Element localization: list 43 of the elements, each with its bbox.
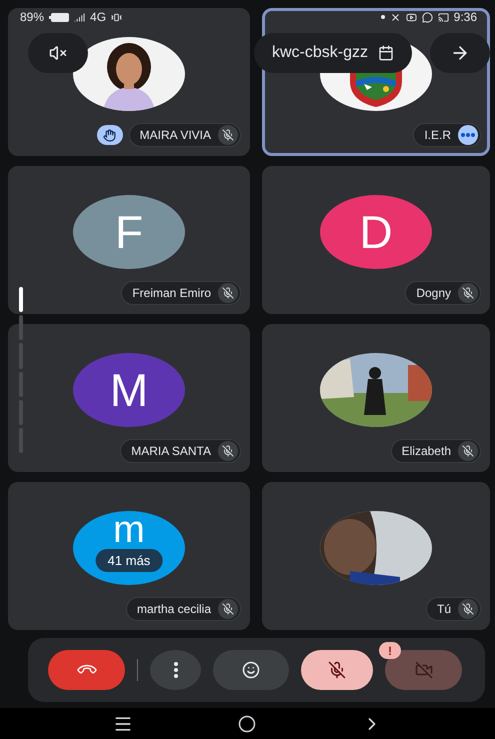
- avatar-initial: m: [113, 511, 145, 549]
- participant-tile[interactable]: Elizabeth: [262, 324, 490, 472]
- name-tag: I.E.R: [413, 123, 481, 147]
- dot-icon: [380, 15, 385, 19]
- name-tag: martha cecilia: [126, 597, 241, 621]
- name-tag: Tú: [426, 597, 481, 621]
- x-icon: [390, 12, 401, 22]
- alert-badge: !: [379, 642, 401, 659]
- camera-button[interactable]: [385, 650, 462, 690]
- name-tag: Elizabeth: [390, 439, 481, 463]
- end-call-button[interactable]: [48, 650, 125, 690]
- status-time: 9:36: [454, 10, 477, 24]
- meeting-code-tooltip[interactable]: kwc-cbsk-gzz: [254, 33, 412, 73]
- name-tag: MAIRA VIVIA: [128, 123, 241, 147]
- reactions-button[interactable]: [213, 650, 289, 690]
- chat-icon: [422, 12, 433, 22]
- signal-icon: [74, 12, 86, 22]
- more-button[interactable]: [150, 650, 201, 690]
- more-icon: [174, 662, 178, 678]
- home-icon[interactable]: [238, 714, 256, 732]
- avatar-initial: M: [110, 367, 148, 413]
- camera-off-icon: [414, 661, 432, 679]
- microphone-off-icon: [328, 661, 346, 679]
- avatar-initial: D: [359, 209, 393, 255]
- participant-tile[interactable]: Tú: [262, 482, 490, 630]
- participant-tile[interactable]: M MARIA SANTA: [8, 324, 250, 472]
- participant-tile[interactable]: D Dogny: [262, 166, 490, 314]
- more-participants-label[interactable]: 41 más: [96, 549, 162, 572]
- participant-tile[interactable]: F Freiman Emiro: [8, 166, 250, 314]
- name-tag: Freiman Emiro: [121, 281, 241, 305]
- name-tag: Dogny: [405, 281, 481, 305]
- network-type: 4G: [90, 10, 106, 24]
- vibrate-icon: [111, 12, 122, 22]
- smile-icon: [242, 661, 260, 679]
- speaker-off-icon: [49, 44, 67, 62]
- video-app-icon: [406, 12, 417, 22]
- cast-icon: [438, 12, 449, 22]
- calendar-icon: [378, 45, 394, 61]
- name-tag: MARIA SANTA: [120, 439, 241, 463]
- avatar-initial: F: [114, 209, 144, 255]
- microphone-button[interactable]: [301, 650, 373, 690]
- battery-level: 89%: [20, 10, 44, 24]
- participant-tile[interactable]: m 41 más martha cecilia: [8, 482, 250, 630]
